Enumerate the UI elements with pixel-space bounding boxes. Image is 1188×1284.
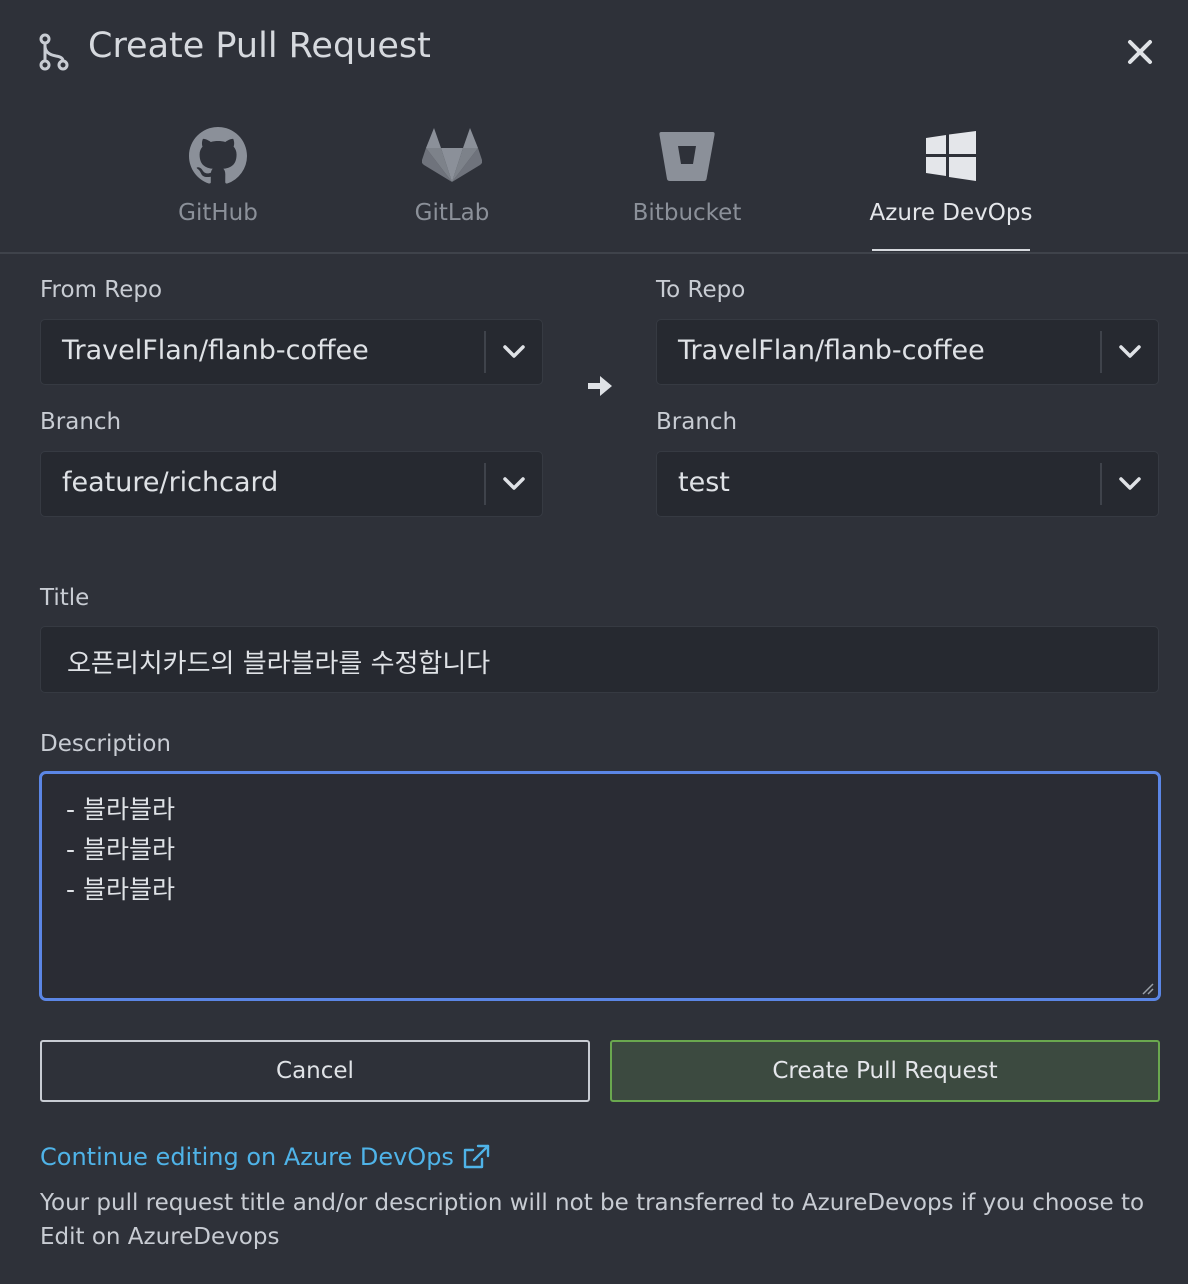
to-branch-select[interactable]: test <box>656 451 1159 517</box>
chevron-down-icon <box>1117 474 1143 494</box>
from-branch-label: Branch <box>40 409 122 435</box>
select-separator <box>1100 463 1102 505</box>
chevron-down-icon <box>501 474 527 494</box>
title-value: 오픈리치카드의 블라블라를 수정합니다 <box>67 649 491 679</box>
title-input[interactable]: 오픈리치카드의 블라블라를 수정합니다 <box>40 626 1159 693</box>
github-icon <box>186 124 250 188</box>
select-separator <box>484 463 486 505</box>
select-separator <box>484 331 486 373</box>
resize-handle-icon[interactable] <box>1140 980 1154 995</box>
tab-label: GitHub <box>178 200 258 226</box>
tab-github[interactable]: GitHub <box>158 120 278 253</box>
tab-bitbucket[interactable]: Bitbucket <box>622 120 752 253</box>
description-line: - 블라블라 <box>66 875 175 904</box>
from-branch-value: feature/richcard <box>62 467 279 498</box>
select-separator <box>1100 331 1102 373</box>
to-branch-label: Branch <box>656 409 738 435</box>
cancel-button[interactable]: Cancel <box>40 1040 590 1102</box>
tab-gitlab[interactable]: GitLab <box>392 120 512 253</box>
title-label: Title <box>40 585 90 611</box>
to-repo-select[interactable]: TravelFlan/flanb-coffee <box>656 319 1159 385</box>
description-textarea[interactable]: - 블라블라 - 블라블라 - 블라블라 <box>39 771 1161 1001</box>
from-repo-value: TravelFlan/flanb-coffee <box>62 335 369 366</box>
link-text: Continue editing on Azure DevOps <box>40 1143 454 1171</box>
from-repo-label: From Repo <box>40 277 163 303</box>
description-label: Description <box>40 731 171 757</box>
external-link-icon <box>463 1144 490 1169</box>
chevron-down-icon <box>501 342 527 362</box>
to-repo-value: TravelFlan/flanb-coffee <box>678 335 985 366</box>
from-repo-select[interactable]: TravelFlan/flanb-coffee <box>40 319 543 385</box>
gitlab-icon <box>420 124 484 188</box>
dialog-title: Create Pull Request <box>88 26 431 66</box>
tab-label: GitLab <box>414 200 490 226</box>
tab-label: Azure DevOps <box>869 200 1033 226</box>
divider <box>0 252 1188 254</box>
from-branch-select[interactable]: feature/richcard <box>40 451 543 517</box>
close-icon[interactable] <box>1122 34 1158 70</box>
arrow-right-icon <box>586 373 614 399</box>
continue-editing-link[interactable]: Continue editing on Azure DevOps <box>40 1143 490 1171</box>
tab-azure-devops[interactable]: Azure DevOps <box>869 120 1033 253</box>
bitbucket-icon <box>655 124 719 188</box>
windows-icon <box>919 124 983 188</box>
description-line: - 블라블라 <box>66 795 175 824</box>
chevron-down-icon <box>1117 342 1143 362</box>
transfer-note: Your pull request title and/or descripti… <box>40 1190 1145 1250</box>
active-tab-indicator <box>872 249 1030 251</box>
to-repo-label: To Repo <box>656 277 746 303</box>
to-branch-value: test <box>678 467 730 498</box>
tab-label: Bitbucket <box>632 200 742 226</box>
description-line: - 블라블라 <box>66 835 175 864</box>
git-branch-icon <box>36 32 72 72</box>
create-pull-request-button[interactable]: Create Pull Request <box>610 1040 1160 1102</box>
